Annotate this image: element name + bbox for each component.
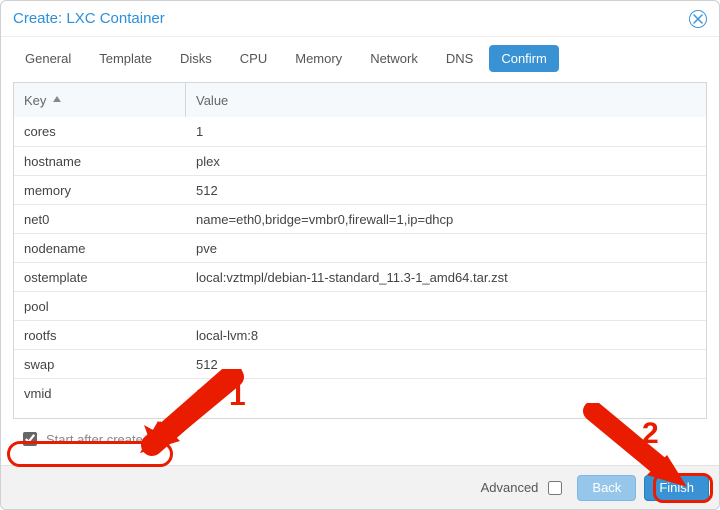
column-header-key-label: Key [24, 93, 46, 108]
cell-key: nodename [14, 234, 186, 262]
column-header-value-label: Value [196, 93, 228, 108]
tab-memory[interactable]: Memory [283, 45, 354, 72]
table-row: nodenamepve [14, 233, 706, 262]
table-row: vmid100 [14, 378, 706, 407]
dialog-title: Create: LXC Container [13, 10, 165, 27]
advanced-row[interactable]: Advanced [481, 478, 566, 498]
title-bar: Create: LXC Container [1, 1, 719, 37]
cell-value: 100 [186, 379, 706, 407]
tab-cpu[interactable]: CPU [228, 45, 279, 72]
cell-value: plex [186, 147, 706, 175]
advanced-checkbox[interactable] [548, 481, 562, 495]
below-grid-area: Start after created [13, 419, 707, 457]
finish-button[interactable]: Finish [644, 475, 709, 501]
table-row: rootfslocal-lvm:8 [14, 320, 706, 349]
cell-value: local:vztmpl/debian-11-standard_11.3-1_a… [186, 263, 706, 291]
table-row: swap512 [14, 349, 706, 378]
column-header-value[interactable]: Value [186, 83, 706, 117]
content-area: Key Value cores1 hostnameplex memory512 … [1, 82, 719, 465]
summary-grid: Key Value cores1 hostnameplex memory512 … [13, 82, 707, 419]
cell-key: rootfs [14, 321, 186, 349]
table-row: ostemplatelocal:vztmpl/debian-11-standar… [14, 262, 706, 291]
grid-body: cores1 hostnameplex memory512 net0name=e… [14, 117, 706, 418]
table-row: memory512 [14, 175, 706, 204]
table-row: net0name=eth0,bridge=vmbr0,firewall=1,ip… [14, 204, 706, 233]
cell-value: 512 [186, 350, 706, 378]
table-row: pool [14, 291, 706, 320]
sort-asc-icon [52, 95, 62, 105]
cell-key: swap [14, 350, 186, 378]
grid-header: Key Value [14, 83, 706, 117]
table-row: hostnameplex [14, 146, 706, 175]
cell-value: local-lvm:8 [186, 321, 706, 349]
advanced-label: Advanced [481, 480, 539, 495]
start-after-created-row[interactable]: Start after created [13, 427, 156, 451]
cell-value: 1 [186, 117, 706, 146]
cell-value: name=eth0,bridge=vmbr0,firewall=1,ip=dhc… [186, 205, 706, 233]
close-icon [693, 14, 703, 24]
close-button[interactable] [689, 10, 707, 28]
tab-bar: General Template Disks CPU Memory Networ… [1, 37, 719, 82]
cell-value: pve [186, 234, 706, 262]
cell-key: pool [14, 292, 186, 320]
start-after-created-checkbox[interactable] [23, 432, 37, 446]
cell-key: ostemplate [14, 263, 186, 291]
cell-key: vmid [14, 379, 186, 407]
tab-general[interactable]: General [13, 45, 83, 72]
tab-network[interactable]: Network [358, 45, 430, 72]
table-row: cores1 [14, 117, 706, 146]
tab-template[interactable]: Template [87, 45, 164, 72]
cell-key: memory [14, 176, 186, 204]
cell-value [186, 292, 706, 320]
dialog-window: Create: LXC Container General Template D… [0, 0, 720, 510]
column-header-key[interactable]: Key [14, 83, 186, 117]
footer-bar: Advanced Back Finish [1, 465, 719, 509]
cell-key: cores [14, 117, 186, 146]
start-after-created-label: Start after created [46, 432, 150, 447]
tab-disks[interactable]: Disks [168, 45, 224, 72]
tab-confirm[interactable]: Confirm [489, 45, 559, 72]
cell-key: net0 [14, 205, 186, 233]
tab-dns[interactable]: DNS [434, 45, 485, 72]
cell-value: 512 [186, 176, 706, 204]
cell-key: hostname [14, 147, 186, 175]
back-button[interactable]: Back [577, 475, 636, 501]
